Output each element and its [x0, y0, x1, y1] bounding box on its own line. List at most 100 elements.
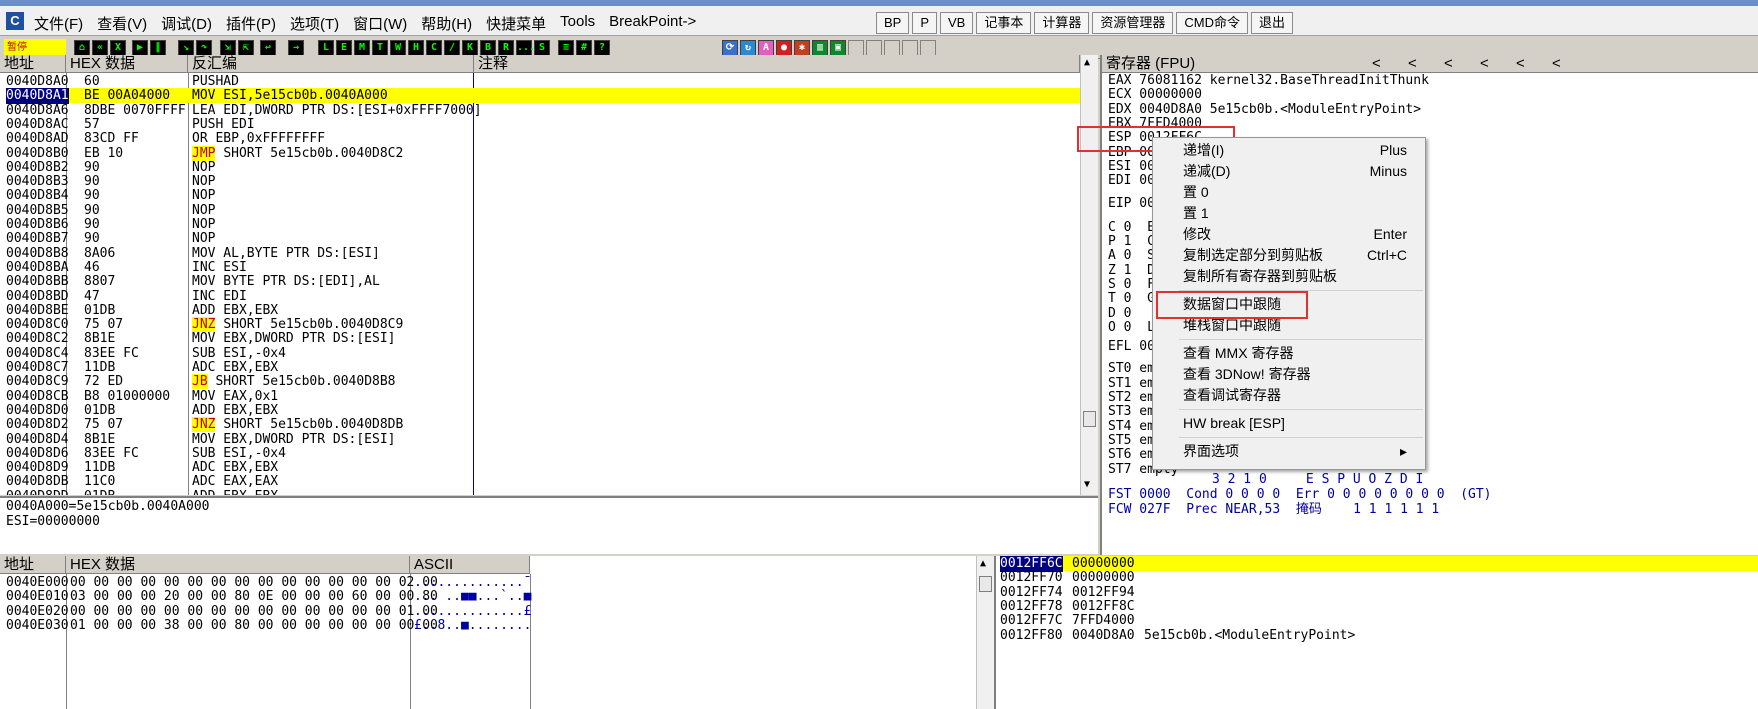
tool-h[interactable]: H: [408, 40, 424, 56]
run-icon[interactable]: ▶: [132, 40, 148, 56]
reg-arrow-1[interactable]: <: [1372, 55, 1381, 73]
disasm-header-disasm[interactable]: 反汇编: [188, 55, 474, 73]
context-menu-item[interactable]: HW break [ESP]: [1153, 413, 1425, 434]
dump-scrollbar[interactable]: ▲: [976, 556, 994, 709]
calculator-button[interactable]: 计算器: [1034, 12, 1090, 34]
register-line[interactable]: D 0: [1108, 306, 1131, 321]
stack-pane[interactable]: 0012FF6C 00000000 0012FF70 00000000 0012FF74…: [994, 556, 1758, 709]
dump-pane[interactable]: 地址 HEX 数据 ASCII 0040E000 00 00 00 00 00 0…: [0, 556, 994, 709]
reg-arrow-4[interactable]: <: [1480, 55, 1489, 73]
menu-help[interactable]: 帮助(H): [421, 13, 472, 34]
disasm-pane[interactable]: 地址 HEX 数据 反汇编 注释 0040D8A0 60 PUSHAD 0040D8A…: [0, 55, 1098, 495]
blank-button-2[interactable]: [866, 40, 882, 56]
goto-icon[interactable]: →: [288, 40, 304, 56]
menu-window[interactable]: 窗口(W): [353, 13, 407, 34]
p-button[interactable]: P: [912, 12, 938, 34]
menu-shortcut[interactable]: 快捷菜单: [486, 13, 546, 34]
trace-into-icon[interactable]: ⇲: [220, 40, 236, 56]
trace-over-icon[interactable]: ⇱: [238, 40, 254, 56]
dump-header-ascii[interactable]: ASCII: [410, 556, 530, 574]
tool-slash[interactable]: /: [444, 40, 460, 56]
tool-m[interactable]: M: [354, 40, 370, 56]
scroll-thumb[interactable]: [979, 576, 992, 592]
tool-s[interactable]: S: [534, 40, 550, 56]
notepad-button[interactable]: 记事本: [976, 12, 1032, 34]
context-menu-item[interactable]: 查看调试寄存器: [1153, 385, 1425, 406]
context-menu-item[interactable]: 界面选项 ▸: [1153, 441, 1425, 462]
window-icon[interactable]: ▣: [830, 40, 846, 56]
scroll-thumb[interactable]: [1083, 411, 1096, 427]
cmd-button[interactable]: CMD命令: [1176, 12, 1249, 34]
disasm-scrollbar[interactable]: ▲ ▼: [1080, 55, 1098, 495]
blank-button-5[interactable]: [920, 40, 936, 56]
register-line[interactable]: EDX 0040D8A0 5e15cb0b.<ModuleEntryPoint>: [1108, 102, 1421, 117]
open-icon[interactable]: ⌂: [74, 40, 90, 56]
scroll-up-icon[interactable]: ▲: [980, 558, 986, 569]
context-menu-item[interactable]: 递增(I) Plus: [1153, 140, 1425, 161]
menu-debug[interactable]: 调试(D): [161, 13, 212, 34]
context-menu-item[interactable]: 复制选定部分到剪贴板 Ctrl+C: [1153, 245, 1425, 266]
blank-button-1[interactable]: [848, 40, 864, 56]
bars-icon[interactable]: ▥: [812, 40, 828, 56]
a-icon[interactable]: A: [758, 40, 774, 56]
bp-button[interactable]: BP: [876, 12, 910, 34]
blank-button-3[interactable]: [884, 40, 900, 56]
disasm-header-address[interactable]: 地址: [0, 55, 66, 73]
help-icon[interactable]: ?: [594, 40, 610, 56]
explorer-button[interactable]: 资源管理器: [1092, 12, 1174, 34]
execute-till-return-icon[interactable]: ↩: [260, 40, 276, 56]
tool-b[interactable]: B: [480, 40, 496, 56]
tool-e[interactable]: E: [336, 40, 352, 56]
exit-button[interactable]: 退出: [1251, 12, 1294, 34]
context-menu-item[interactable]: 置 1: [1153, 203, 1425, 224]
vb-button[interactable]: VB: [940, 12, 974, 34]
reg-arrow-6[interactable]: <: [1552, 55, 1561, 73]
disasm-header-hex[interactable]: HEX 数据: [66, 55, 188, 73]
menu-file[interactable]: 文件(F): [34, 13, 83, 34]
blank-button-4[interactable]: [902, 40, 918, 56]
context-menu-item[interactable]: 递减(D) Minus: [1153, 161, 1425, 182]
close-icon[interactable]: X: [110, 40, 126, 56]
grid-icon[interactable]: #: [576, 40, 592, 56]
menu-tools[interactable]: Tools: [560, 13, 595, 34]
fcw-line[interactable]: FCW 027F Prec NEAR,53 掩码 1 1 1 1 1 1: [1108, 502, 1439, 517]
dump-row[interactable]: 0040E030 01 00 00 00 38 00 00 80 00 00 00…: [0, 618, 976, 634]
tool-dots[interactable]: ...: [516, 40, 535, 56]
menu-breakpoint[interactable]: BreakPoint->: [609, 13, 696, 34]
dump-header-hex[interactable]: HEX 数据: [66, 556, 410, 574]
tool-k[interactable]: K: [462, 40, 478, 56]
scroll-down-icon[interactable]: ▼: [1084, 479, 1090, 490]
list-icon[interactable]: ≡: [558, 40, 574, 56]
tool-t[interactable]: T: [372, 40, 388, 56]
tool-w[interactable]: W: [390, 40, 406, 56]
register-line[interactable]: EAX 76081162 kernel32.BaseThreadInitThun…: [1108, 73, 1429, 88]
step-into-icon[interactable]: ↘: [178, 40, 194, 56]
menu-options[interactable]: 选项(T): [290, 13, 339, 34]
dump-header-address[interactable]: 地址: [0, 556, 66, 574]
step-over-icon[interactable]: ↷: [196, 40, 212, 56]
reg-arrow-5[interactable]: <: [1516, 55, 1525, 73]
menu-plugins[interactable]: 插件(P): [226, 13, 276, 34]
gear-icon[interactable]: ✱: [794, 40, 810, 56]
tool-r[interactable]: R: [498, 40, 514, 56]
tool-l[interactable]: L: [318, 40, 334, 56]
fst-line[interactable]: FST 0000 Cond 0 0 0 0 Err 0 0 0 0 0 0 0 …: [1108, 487, 1492, 502]
register-line[interactable]: ECX 00000000: [1108, 87, 1202, 102]
refresh-icon[interactable]: ⟳: [722, 40, 738, 56]
tool-c[interactable]: C: [426, 40, 442, 56]
context-menu-item[interactable]: 查看 3DNow! 寄存器: [1153, 364, 1425, 385]
arrow-icon[interactable]: ↻: [740, 40, 756, 56]
record-icon[interactable]: ●: [776, 40, 792, 56]
disasm-row[interactable]: 0040D8DD 01DB ADD EBX,EBX: [0, 489, 1080, 495]
reg-arrow-3[interactable]: <: [1444, 55, 1453, 73]
context-menu-item[interactable]: 置 0: [1153, 182, 1425, 203]
context-menu-item[interactable]: 修改 Enter: [1153, 224, 1425, 245]
menu-view[interactable]: 查看(V): [97, 13, 147, 34]
pause-icon[interactable]: ∥: [150, 40, 166, 56]
context-menu-item[interactable]: 查看 MMX 寄存器: [1153, 343, 1425, 364]
disasm-header-comment[interactable]: 注释: [474, 55, 1080, 73]
restart-icon[interactable]: «: [92, 40, 108, 56]
scroll-up-icon[interactable]: ▲: [1084, 57, 1090, 68]
reg-arrow-2[interactable]: <: [1408, 55, 1417, 73]
context-menu-item[interactable]: 复制所有寄存器到剪贴板: [1153, 266, 1425, 287]
